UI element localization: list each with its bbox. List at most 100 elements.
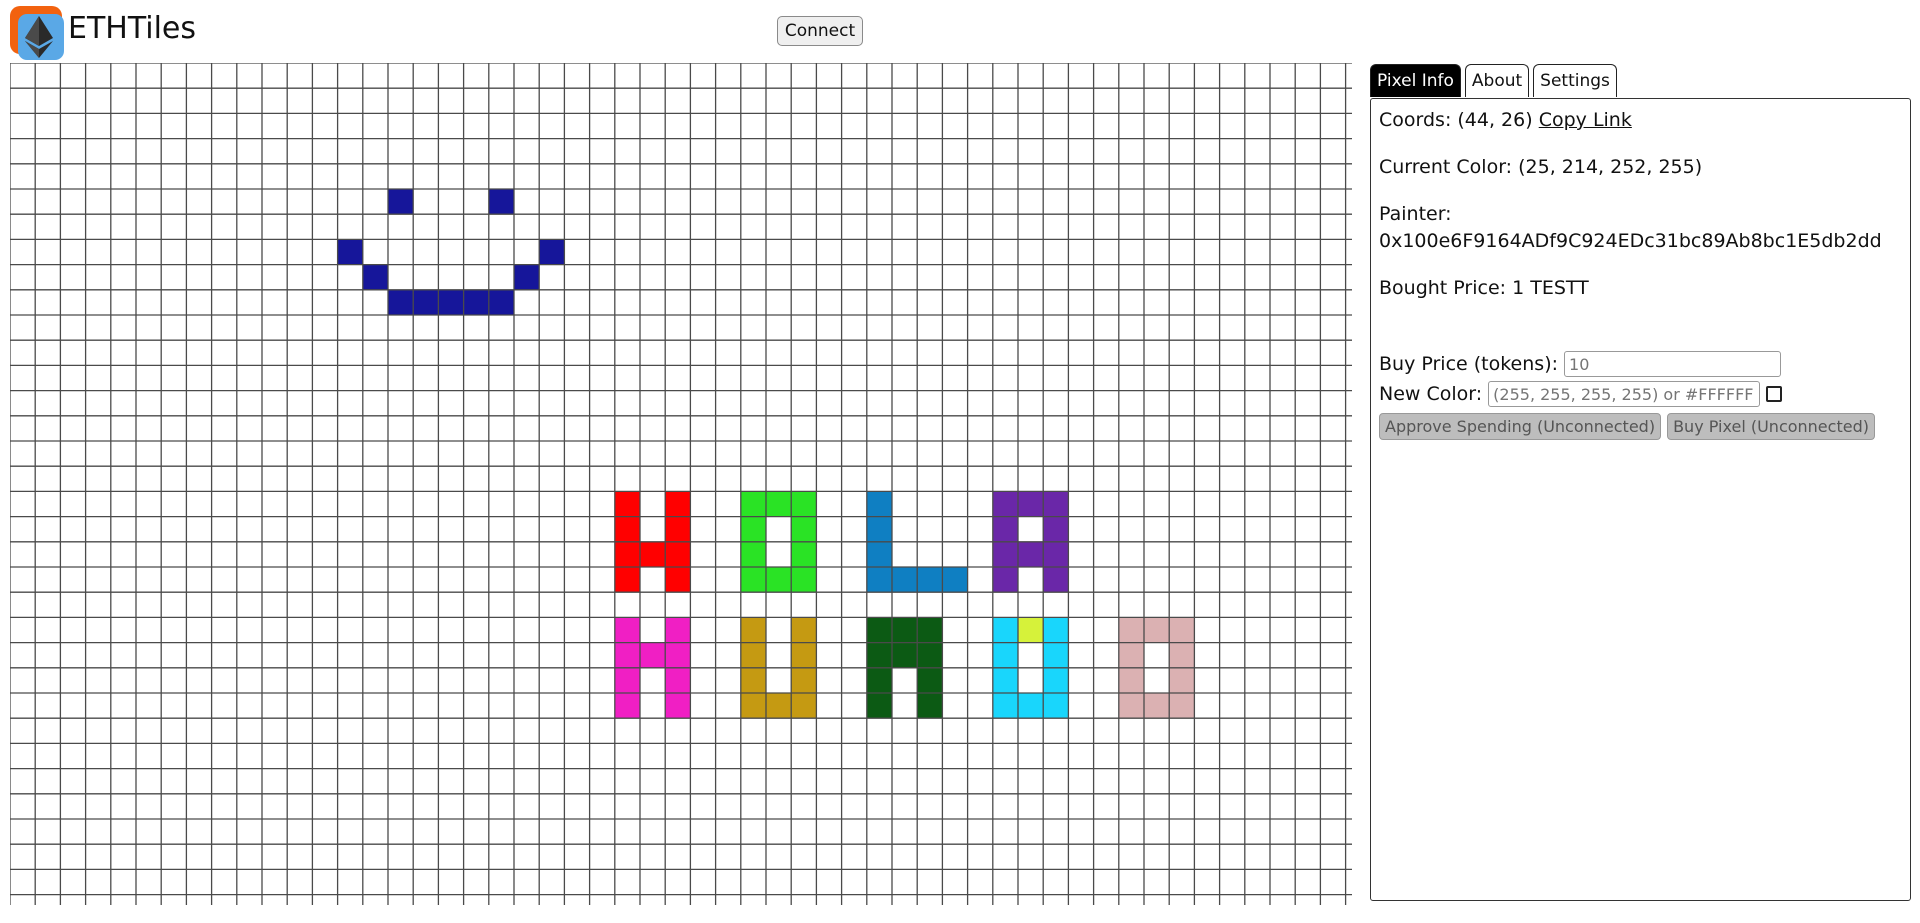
painted-pixel[interactable] — [665, 642, 691, 668]
painted-pixel[interactable] — [892, 642, 918, 668]
painted-pixel[interactable] — [640, 541, 666, 567]
painted-pixel[interactable] — [791, 642, 817, 668]
painted-pixel[interactable] — [917, 642, 943, 668]
painted-pixel[interactable] — [665, 693, 691, 719]
painted-pixel[interactable] — [866, 693, 892, 719]
painted-pixel[interactable] — [388, 189, 414, 215]
painted-pixel[interactable] — [766, 693, 792, 719]
tab-pixel-info[interactable]: Pixel Info — [1370, 64, 1461, 97]
painted-pixel[interactable] — [665, 617, 691, 643]
new-color-input[interactable] — [1488, 381, 1761, 407]
painted-pixel[interactable] — [1043, 642, 1069, 668]
painted-pixel[interactable] — [1118, 617, 1144, 643]
painted-pixel[interactable] — [992, 693, 1018, 719]
painted-pixel[interactable] — [1043, 491, 1069, 517]
pixel-canvas[interactable] — [10, 63, 1352, 905]
painted-pixel[interactable] — [1043, 667, 1069, 693]
painted-pixel[interactable] — [1018, 541, 1044, 567]
painted-pixel[interactable] — [614, 693, 640, 719]
painted-pixel[interactable] — [866, 541, 892, 567]
painted-pixel[interactable] — [942, 567, 968, 593]
painted-pixel[interactable] — [1169, 642, 1195, 668]
painted-pixel[interactable] — [992, 617, 1018, 643]
painted-pixel[interactable] — [413, 289, 439, 315]
painted-pixel[interactable] — [665, 491, 691, 517]
painted-pixel[interactable] — [791, 516, 817, 542]
color-preview-checkbox[interactable] — [1766, 386, 1783, 402]
painted-pixel[interactable] — [917, 667, 943, 693]
painted-pixel[interactable] — [1043, 541, 1069, 567]
painted-pixel[interactable] — [388, 289, 414, 315]
painted-pixel[interactable] — [665, 567, 691, 593]
painted-pixel[interactable] — [539, 239, 565, 265]
painted-pixel[interactable] — [740, 667, 766, 693]
painted-pixel[interactable] — [665, 667, 691, 693]
painted-pixel[interactable] — [892, 617, 918, 643]
painted-pixel[interactable] — [1018, 693, 1044, 719]
painted-pixel[interactable] — [1144, 617, 1170, 643]
painted-pixel[interactable] — [1018, 617, 1044, 643]
painted-pixel[interactable] — [1043, 693, 1069, 719]
painted-pixel[interactable] — [740, 642, 766, 668]
painted-pixel[interactable] — [917, 617, 943, 643]
painted-pixel[interactable] — [1118, 667, 1144, 693]
painted-pixel[interactable] — [866, 567, 892, 593]
painted-pixel[interactable] — [766, 567, 792, 593]
painted-pixel[interactable] — [866, 491, 892, 517]
painted-pixel[interactable] — [740, 516, 766, 542]
painted-pixel[interactable] — [640, 642, 666, 668]
painted-pixel[interactable] — [740, 617, 766, 643]
painted-pixel[interactable] — [866, 642, 892, 668]
painted-pixel[interactable] — [791, 693, 817, 719]
connect-button[interactable]: Connect — [777, 16, 863, 46]
painted-pixel[interactable] — [791, 617, 817, 643]
painted-pixel[interactable] — [665, 541, 691, 567]
painted-pixel[interactable] — [463, 289, 489, 315]
painted-pixel[interactable] — [514, 264, 540, 290]
copy-link[interactable]: Copy Link — [1539, 109, 1632, 131]
painted-pixel[interactable] — [992, 642, 1018, 668]
painted-pixel[interactable] — [1043, 567, 1069, 593]
painted-pixel[interactable] — [362, 264, 388, 290]
tab-settings[interactable]: Settings — [1533, 64, 1617, 97]
painted-pixel[interactable] — [614, 516, 640, 542]
painted-pixel[interactable] — [791, 491, 817, 517]
painted-pixel[interactable] — [337, 239, 363, 265]
painted-pixel[interactable] — [1018, 491, 1044, 517]
painted-pixel[interactable] — [1169, 617, 1195, 643]
painted-pixel[interactable] — [614, 567, 640, 593]
painted-pixel[interactable] — [992, 516, 1018, 542]
painted-pixel[interactable] — [488, 189, 514, 215]
painted-pixel[interactable] — [791, 541, 817, 567]
painted-pixel[interactable] — [614, 617, 640, 643]
painted-pixel[interactable] — [866, 516, 892, 542]
painted-pixel[interactable] — [740, 567, 766, 593]
painted-pixel[interactable] — [766, 491, 792, 517]
painted-pixel[interactable] — [1169, 667, 1195, 693]
tab-about[interactable]: About — [1464, 64, 1530, 97]
painted-pixel[interactable] — [791, 667, 817, 693]
painted-pixel[interactable] — [740, 491, 766, 517]
painted-pixel[interactable] — [1169, 693, 1195, 719]
painted-pixel[interactable] — [438, 289, 464, 315]
painted-pixel[interactable] — [665, 516, 691, 542]
painted-pixel[interactable] — [917, 693, 943, 719]
painted-pixel[interactable] — [740, 541, 766, 567]
painted-pixel[interactable] — [1118, 693, 1144, 719]
painted-pixel[interactable] — [614, 541, 640, 567]
painted-pixel[interactable] — [1118, 642, 1144, 668]
painted-pixel[interactable] — [866, 617, 892, 643]
painted-pixel[interactable] — [614, 642, 640, 668]
painted-pixel[interactable] — [1043, 516, 1069, 542]
approve-spending-button[interactable]: Approve Spending (Unconnected) — [1379, 413, 1662, 440]
painted-pixel[interactable] — [614, 667, 640, 693]
painted-pixel[interactable] — [614, 491, 640, 517]
buy-price-input[interactable] — [1564, 351, 1782, 377]
painted-pixel[interactable] — [740, 693, 766, 719]
painted-pixel[interactable] — [917, 567, 943, 593]
painted-pixel[interactable] — [791, 567, 817, 593]
painted-pixel[interactable] — [992, 667, 1018, 693]
painted-pixel[interactable] — [1144, 693, 1170, 719]
painted-pixel[interactable] — [488, 289, 514, 315]
painted-pixel[interactable] — [992, 567, 1018, 593]
